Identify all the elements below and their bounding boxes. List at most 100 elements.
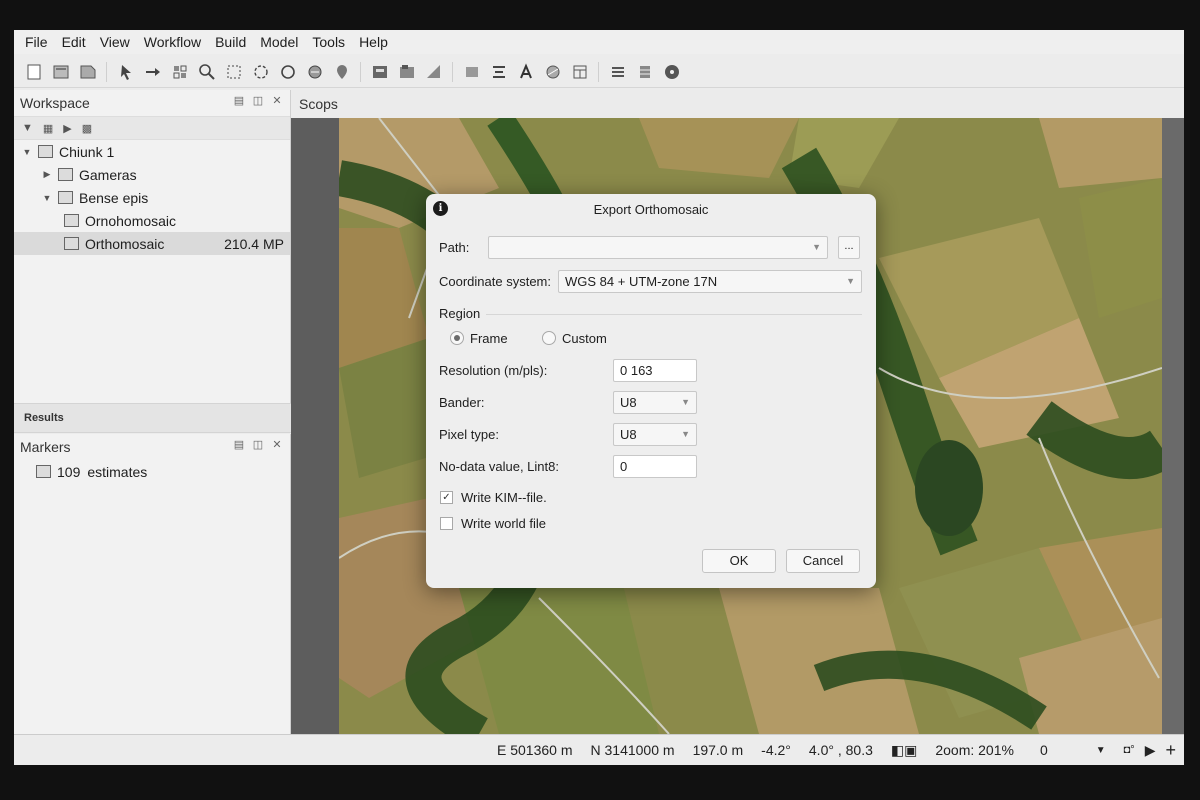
marker-icon[interactable] xyxy=(330,60,353,83)
tree-item-dense[interactable]: ▼ Bense epis xyxy=(14,186,290,209)
viewport-tab[interactable]: Scops xyxy=(291,90,1184,118)
menu-help[interactable]: Help xyxy=(352,30,395,54)
path-input[interactable]: ▼ xyxy=(488,236,828,259)
custom-radio[interactable] xyxy=(542,331,556,345)
globe-icon[interactable] xyxy=(541,60,564,83)
chevron-down-icon[interactable]: ▼ xyxy=(846,271,855,292)
panel-menu-icon[interactable]: ▤ xyxy=(232,438,246,452)
table-icon[interactable] xyxy=(633,60,656,83)
save-icon[interactable] xyxy=(76,60,99,83)
new-file-icon[interactable] xyxy=(22,60,45,83)
add-icon[interactable]: + xyxy=(1165,740,1176,761)
info-icon: i xyxy=(433,201,448,216)
marker-count: 109 xyxy=(57,463,81,480)
tree-label-ortho-child: Ornohomosaic xyxy=(85,212,177,229)
frame-radio[interactable] xyxy=(450,331,464,345)
crs-select[interactable]: WGS 84 + UTM-zone 17N ▼ xyxy=(558,270,862,293)
crs-value: WGS 84 + UTM-zone 17N xyxy=(565,274,718,289)
workspace-toolbar: ▼ ▦ ▶ ▩ xyxy=(14,116,290,140)
chevron-down-icon[interactable]: ▼ xyxy=(681,392,690,413)
menu-file[interactable]: File xyxy=(18,30,55,54)
panel-menu-icon[interactable]: ▤ xyxy=(232,94,246,108)
cancel-button[interactable]: Cancel xyxy=(786,549,860,573)
ok-button[interactable]: OK xyxy=(702,549,776,573)
play-icon[interactable]: ▶ xyxy=(63,122,71,135)
grid-icon[interactable] xyxy=(568,60,591,83)
open-icon[interactable] xyxy=(49,60,72,83)
workspace-panel: Workspace ▤ ◫ ✕ ▼ ▦ ▶ ▩ ▼ Chiunk 1 ▶ Gam… xyxy=(14,90,291,403)
nodata-input[interactable]: 0 xyxy=(613,455,697,478)
workspace-header: Workspace ▤ ◫ ✕ xyxy=(14,90,290,116)
status-value: 0 xyxy=(1039,742,1048,758)
text-icon[interactable] xyxy=(514,60,537,83)
panel-float-icon[interactable]: ◫ xyxy=(251,438,265,452)
pixel-type-select[interactable]: U8 ▼ xyxy=(613,423,697,446)
layer-icon[interactable] xyxy=(606,60,629,83)
circle-select-icon[interactable] xyxy=(249,60,272,83)
chevron-right-icon[interactable]: ▶ xyxy=(40,169,54,180)
chevron-down-icon[interactable]: ▼ xyxy=(812,237,821,258)
camera-mode-icon[interactable]: ◘° xyxy=(1124,744,1135,756)
results-tab[interactable]: Results xyxy=(14,403,291,433)
marker-label: estimates xyxy=(87,463,148,480)
export-orthomosaic-dialog: i Export Orthomosaic Path: ▼ ... Coordin… xyxy=(426,194,876,588)
chunk-icon xyxy=(38,145,53,158)
dialog-title: Export Orthomosaic xyxy=(593,201,709,217)
close-icon[interactable]: ✕ xyxy=(270,438,284,452)
chevron-down-icon[interactable]: ▼ xyxy=(20,147,34,157)
dense-icon[interactable] xyxy=(487,60,510,83)
expand-all-icon[interactable]: ▼ xyxy=(22,122,33,134)
tree-item-orthomosaic-child[interactable]: Ornohomosaic xyxy=(14,209,290,232)
pixel-type-value: U8 xyxy=(620,427,637,442)
view-mode-icon[interactable]: ◧▣ xyxy=(891,742,917,759)
kml-checkbox[interactable]: ✓ xyxy=(440,491,453,504)
tree-item-orthomosaic-selected[interactable]: Orthomosaic 210.4 MP xyxy=(14,232,290,255)
tree-item-chunk[interactable]: ▼ Chiunk 1 xyxy=(14,140,290,163)
tree-label-ortho-selected: Orthomosaic xyxy=(85,235,165,252)
select-arrow-icon[interactable] xyxy=(114,60,137,83)
toolbar-separator xyxy=(452,61,453,82)
ruler-icon[interactable] xyxy=(422,60,445,83)
resolution-input[interactable]: 0 163 xyxy=(613,359,697,382)
shape-icon[interactable] xyxy=(460,60,483,83)
menu-build[interactable]: Build xyxy=(208,30,253,54)
rect-select-icon[interactable] xyxy=(222,60,245,83)
close-icon[interactable]: ✕ xyxy=(270,94,284,108)
menu-tools[interactable]: Tools xyxy=(305,30,352,54)
menu-workflow[interactable]: Workflow xyxy=(137,30,208,54)
play-icon[interactable]: ▶ xyxy=(1145,742,1156,759)
move-icon[interactable] xyxy=(141,60,164,83)
bander-select[interactable]: U8 ▼ xyxy=(613,391,697,414)
dense-cloud-icon xyxy=(58,191,73,204)
zoom-icon[interactable] xyxy=(195,60,218,83)
database-icon[interactable]: ▦ xyxy=(43,122,53,135)
image-icon[interactable] xyxy=(368,60,391,83)
region-label: Region xyxy=(439,306,481,321)
marker-list-item[interactable]: 109 estimates xyxy=(14,460,290,483)
crs-label: Coordinate system: xyxy=(439,274,551,289)
world-file-checkbox[interactable] xyxy=(440,517,453,530)
chevron-down-icon[interactable]: ▼ xyxy=(40,193,54,203)
panel-float-icon[interactable]: ◫ xyxy=(251,94,265,108)
settings-icon[interactable] xyxy=(660,60,683,83)
region-divider xyxy=(486,314,862,315)
workspace-title: Workspace xyxy=(20,95,90,111)
ortho-size: 210.4 MP xyxy=(224,235,284,252)
status-rotation: 4.0° , 80.3 xyxy=(808,742,873,758)
browse-button[interactable]: ... xyxy=(838,236,860,259)
chevron-down-icon[interactable]: ▼ xyxy=(1096,745,1106,756)
world-file-label: Write world file xyxy=(461,516,547,531)
block-icon[interactable]: ▩ xyxy=(82,122,92,135)
status-altitude: 197.0 m xyxy=(692,742,744,758)
region-icon[interactable] xyxy=(168,60,191,83)
tree-item-cameras[interactable]: ▶ Gameras xyxy=(14,163,290,186)
rotate-icon[interactable] xyxy=(303,60,326,83)
menu-model[interactable]: Model xyxy=(253,30,305,54)
export-icon[interactable] xyxy=(395,60,418,83)
menu-view[interactable]: View xyxy=(93,30,137,54)
tree-label-cameras: Gameras xyxy=(79,166,137,183)
chevron-down-icon[interactable]: ▼ xyxy=(681,424,690,445)
menu-edit[interactable]: Edit xyxy=(55,30,93,54)
free-select-icon[interactable] xyxy=(276,60,299,83)
viewport-tab-label: Scops xyxy=(299,96,338,112)
